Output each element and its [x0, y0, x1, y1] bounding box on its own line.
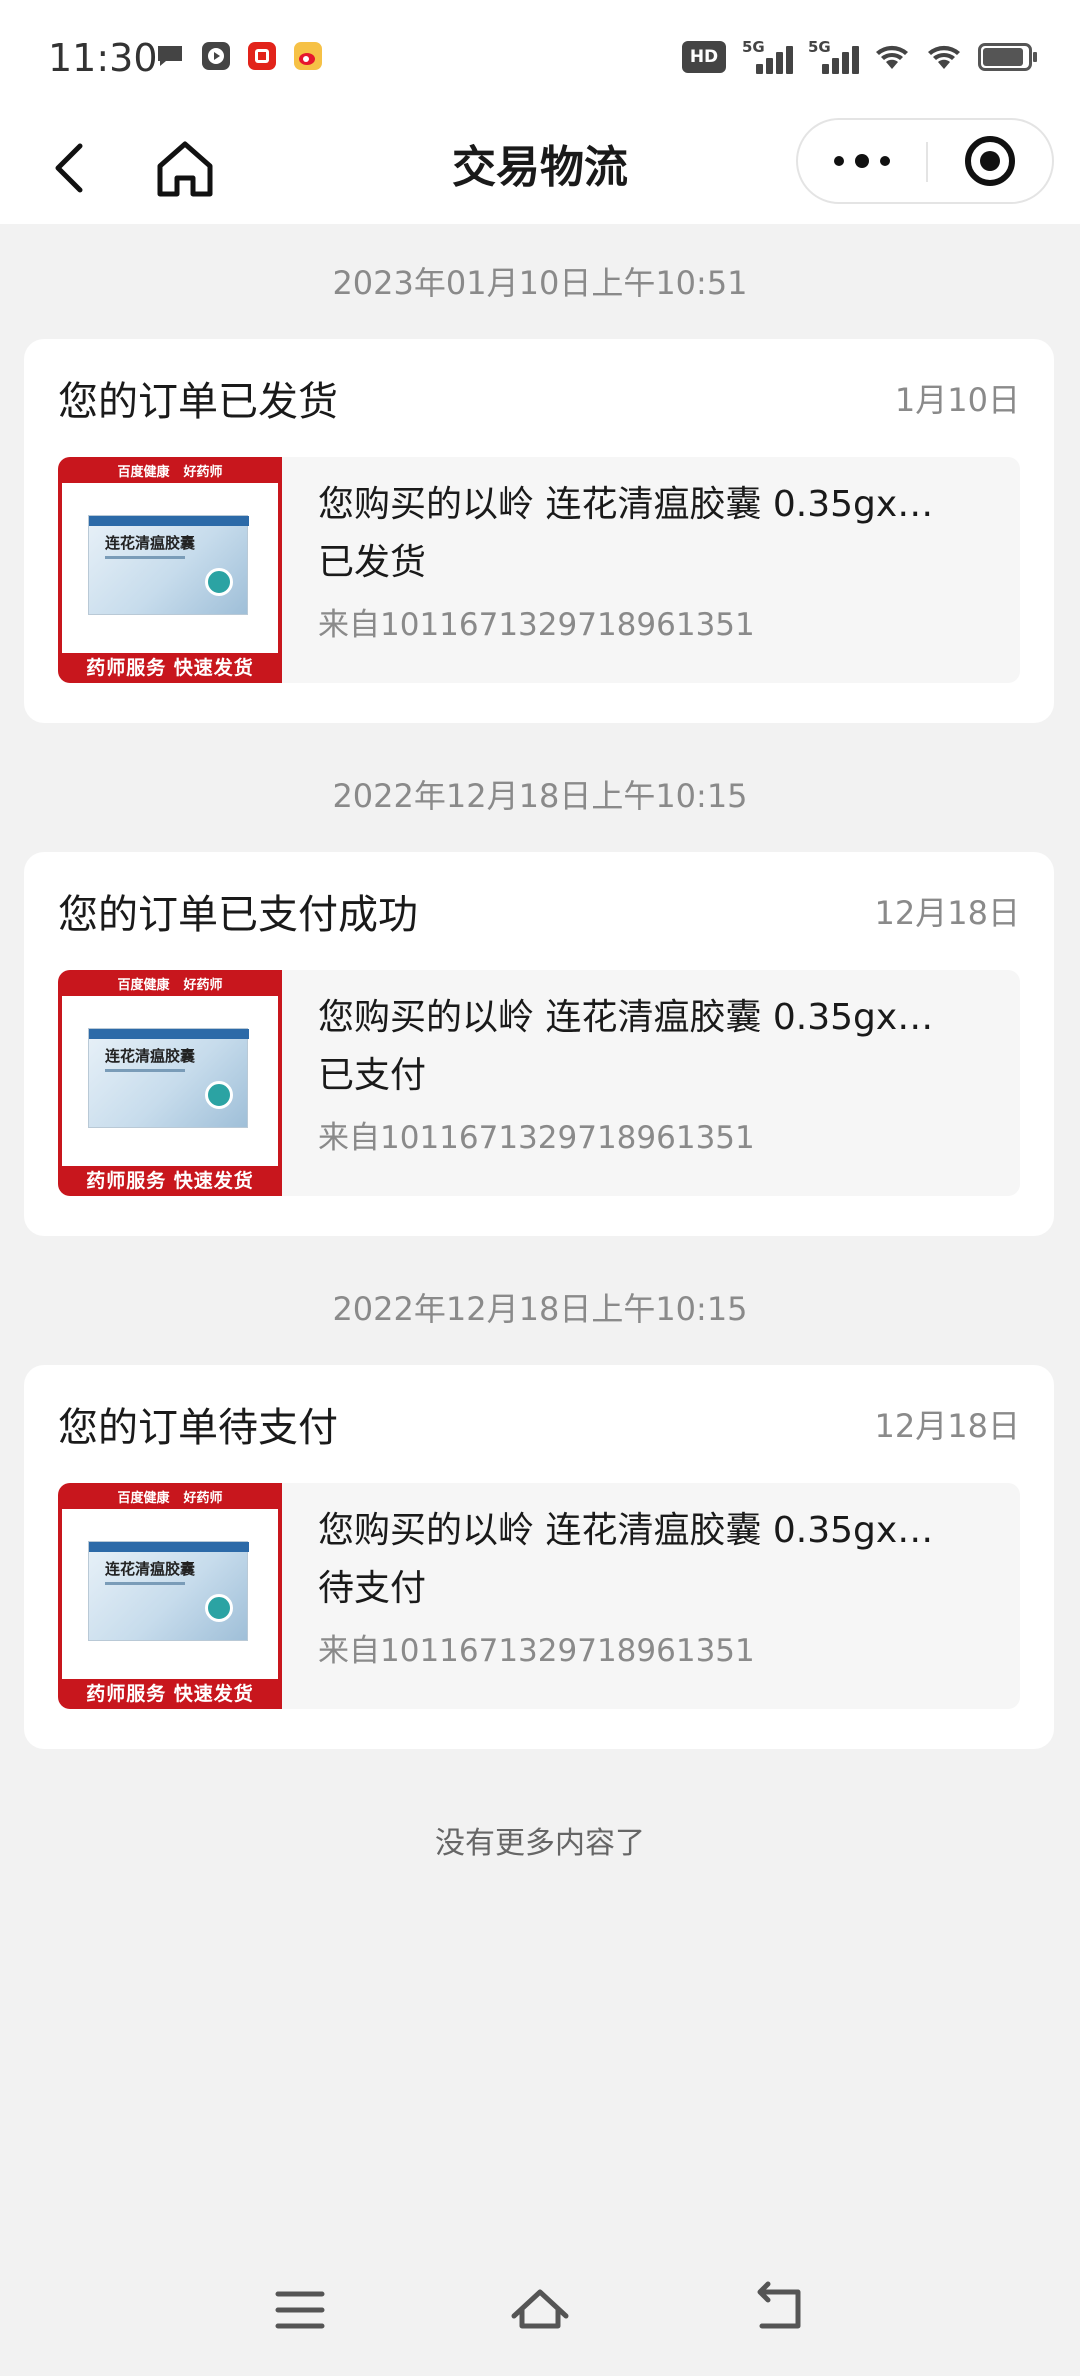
message-date: 12月18日	[874, 1407, 1020, 1445]
page-title: 交易物流	[452, 142, 628, 193]
thumbnail-image: 连花清瘟胶囊	[62, 483, 278, 653]
signal-label-1: 5G	[742, 38, 765, 56]
system-status-icons: HD 5G 5G	[682, 38, 1037, 74]
miniprogram-capsule	[796, 118, 1054, 204]
thumbnail-brand: 百度健康	[117, 464, 170, 480]
message-title: 您的订单已支付成功	[58, 892, 418, 938]
signal-5g-icon-2: 5G	[808, 38, 859, 74]
back-arrow-icon[interactable]	[40, 136, 104, 200]
medicine-badge-icon	[205, 1594, 233, 1622]
system-navigation-bar	[0, 2240, 1080, 2376]
weibo-icon	[294, 42, 322, 70]
more-dot-icon	[855, 154, 869, 168]
notification-icons	[154, 40, 324, 72]
more-dot-icon	[880, 156, 890, 166]
medicine-box-name: 连花清瘟胶囊	[105, 1047, 196, 1065]
medicine-box-image: 连花清瘟胶囊	[88, 515, 249, 615]
home-nav-icon[interactable]	[500, 2270, 580, 2350]
order-status: 已支付	[318, 1055, 427, 1096]
product-thumbnail: 百度健康 好药师 连花清瘟胶囊 药师服务 快速发货	[58, 970, 282, 1196]
medicine-box-image: 连花清瘟胶囊	[88, 1028, 249, 1128]
medicine-badge-icon	[205, 568, 233, 596]
target-circle-icon	[965, 136, 1015, 186]
thumbnail-image: 连花清瘟胶囊	[62, 996, 278, 1166]
medicine-badge-icon	[205, 1081, 233, 1109]
message-timestamp: 2022年12月18日上午10:15	[332, 777, 748, 815]
product-summary[interactable]: 百度健康 好药师 连花清瘟胶囊 药师服务 快速发货 您购买的以岭 连花清瘟胶囊 0…	[58, 970, 1020, 1196]
thumbnail-bottom-banner: 药师服务 快速发货	[86, 1170, 254, 1192]
thumbnail-bottom-banner: 药师服务 快速发货	[86, 1683, 254, 1705]
order-status: 已发货	[318, 542, 427, 583]
thumbnail-brand: 百度健康	[117, 1490, 170, 1506]
close-miniprogram-button[interactable]	[928, 120, 1052, 202]
order-source: 来自1011671329718961351	[318, 1633, 755, 1669]
thumbnail-image: 连花清瘟胶囊	[62, 1509, 278, 1679]
status-time: 11:30	[48, 36, 158, 80]
nav-bar: 交易物流	[0, 112, 1080, 224]
product-name: 您购买的以岭 连花清瘟胶囊 0.35gx…	[318, 484, 934, 525]
status-bar: 11:30 HD 5G 5G	[0, 0, 1080, 112]
signal-5g-icon-1: 5G	[742, 38, 793, 74]
order-source: 来自1011671329718961351	[318, 607, 755, 643]
thumbnail-bottom-banner: 药师服务 快速发货	[86, 657, 254, 679]
order-status: 待支付	[318, 1568, 427, 1609]
thumbnail-brand-2: 好药师	[183, 1490, 223, 1506]
medicine-box-name: 连花清瘟胶囊	[105, 534, 196, 552]
signal-label-2: 5G	[808, 38, 831, 56]
chat-bubble-icon	[158, 46, 182, 66]
message-date: 1月10日	[894, 381, 1020, 419]
thumbnail-brand-2: 好药师	[183, 464, 223, 480]
hd-icon: HD	[682, 41, 726, 73]
home-icon[interactable]	[150, 134, 220, 204]
more-dot-icon	[834, 156, 844, 166]
order-message-card[interactable]: 您的订单已支付成功 12月18日 百度健康 好药师 连花清瘟胶囊 药师服务 快速发…	[24, 852, 1054, 1236]
wifi-plus-icon	[876, 45, 908, 69]
video-play-icon	[202, 42, 230, 70]
menu-icon[interactable]	[260, 2270, 340, 2350]
order-message-card[interactable]: 您的订单待支付 12月18日 百度健康 好药师 连花清瘟胶囊 药师服务 快速发货 …	[24, 1365, 1054, 1749]
message-title: 您的订单待支付	[58, 1405, 338, 1451]
message-date: 12月18日	[874, 894, 1020, 932]
thumbnail-brand-2: 好药师	[183, 977, 223, 993]
thumbnail-top-banner: 百度健康 好药师	[58, 457, 282, 483]
wifi-icon	[928, 45, 960, 69]
product-summary[interactable]: 百度健康 好药师 连花清瘟胶囊 药师服务 快速发货 您购买的以岭 连花清瘟胶囊 0…	[58, 457, 1020, 683]
product-thumbnail: 百度健康 好药师 连花清瘟胶囊 药师服务 快速发货	[58, 457, 282, 683]
medicine-box-image: 连花清瘟胶囊	[88, 1541, 249, 1641]
end-of-list-note: 没有更多内容了	[435, 1826, 645, 1861]
thumbnail-top-banner: 百度健康 好药师	[58, 1483, 282, 1509]
product-name: 您购买的以岭 连花清瘟胶囊 0.35gx…	[318, 997, 934, 1038]
message-title: 您的订单已发货	[58, 379, 338, 425]
order-source: 来自1011671329718961351	[318, 1120, 755, 1156]
back-nav-icon[interactable]	[740, 2270, 820, 2350]
more-options-button[interactable]	[798, 120, 926, 202]
message-timestamp: 2023年01月10日上午10:51	[332, 264, 748, 302]
thumbnail-top-banner: 百度健康 好药师	[58, 970, 282, 996]
medicine-box-name: 连花清瘟胶囊	[105, 1560, 196, 1578]
thumbnail-brand: 百度健康	[117, 977, 170, 993]
product-thumbnail: 百度健康 好药师 连花清瘟胶囊 药师服务 快速发货	[58, 1483, 282, 1709]
red-app-icon	[248, 42, 276, 70]
battery-icon	[978, 43, 1037, 71]
product-name: 您购买的以岭 连花清瘟胶囊 0.35gx…	[318, 1510, 934, 1551]
product-summary[interactable]: 百度健康 好药师 连花清瘟胶囊 药师服务 快速发货 您购买的以岭 连花清瘟胶囊 0…	[58, 1483, 1020, 1709]
message-timestamp: 2022年12月18日上午10:15	[332, 1290, 748, 1328]
order-message-card[interactable]: 您的订单已发货 1月10日 百度健康 好药师 连花清瘟胶囊 药师服务 快速发货 您…	[24, 339, 1054, 723]
